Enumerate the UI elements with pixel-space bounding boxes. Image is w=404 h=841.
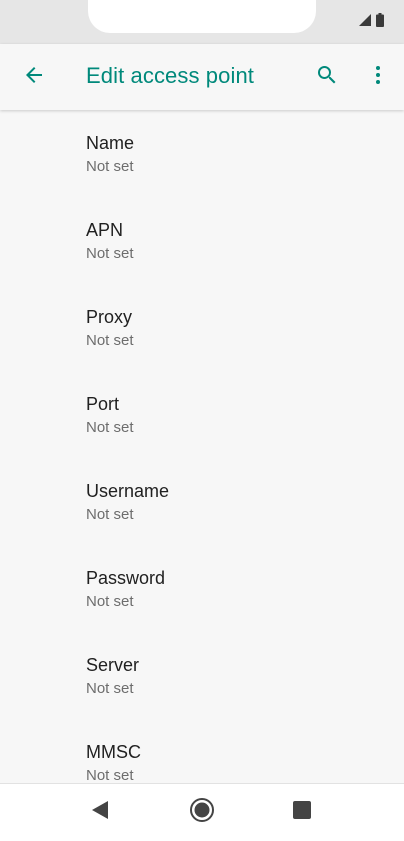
setting-summary: Not set bbox=[86, 506, 134, 523]
setting-title: Username bbox=[86, 481, 170, 501]
setting-summary: Not set bbox=[86, 158, 134, 175]
nav-home-icon bbox=[189, 797, 215, 828]
nav-back-button[interactable] bbox=[88, 800, 112, 824]
page-title: Edit access point bbox=[86, 63, 255, 88]
setting-title: Proxy bbox=[86, 307, 133, 327]
search-icon bbox=[315, 63, 339, 92]
setting-item-username[interactable]: Username Not set bbox=[0, 458, 404, 545]
setting-title: Server bbox=[86, 655, 140, 675]
setting-title: MMSC bbox=[86, 742, 141, 762]
back-arrow-icon bbox=[22, 63, 46, 92]
setting-summary: Not set bbox=[86, 680, 134, 697]
back-button[interactable] bbox=[18, 61, 50, 93]
more-vert-icon bbox=[366, 63, 390, 92]
app-bar: Edit access point bbox=[0, 44, 404, 110]
more-options-button[interactable] bbox=[362, 61, 394, 93]
nav-recents-button[interactable] bbox=[290, 800, 314, 824]
search-button[interactable] bbox=[311, 61, 343, 93]
setting-summary: Not set bbox=[86, 245, 134, 262]
setting-item-name[interactable]: Name Not set bbox=[0, 110, 404, 197]
status-icons bbox=[359, 13, 384, 27]
setting-summary: Not set bbox=[86, 593, 134, 610]
setting-title: Name bbox=[86, 133, 135, 153]
setting-summary: Not set bbox=[86, 332, 134, 349]
setting-item-port[interactable]: Port Not set bbox=[0, 371, 404, 458]
signal-icon bbox=[359, 14, 371, 26]
battery-icon bbox=[376, 13, 384, 27]
setting-item-proxy[interactable]: Proxy Not set bbox=[0, 284, 404, 371]
setting-title: Port bbox=[86, 394, 120, 414]
nav-recents-icon bbox=[293, 800, 311, 824]
apn-settings-list: Name Not set APN Not set Proxy Not set P… bbox=[0, 110, 404, 783]
display-notch bbox=[88, 0, 316, 33]
setting-summary: Not set bbox=[86, 419, 134, 436]
setting-item-server[interactable]: Server Not set bbox=[0, 632, 404, 719]
nav-back-icon bbox=[91, 800, 109, 825]
setting-item-password[interactable]: Password Not set bbox=[0, 545, 404, 632]
setting-title: Password bbox=[86, 568, 166, 588]
setting-title: APN bbox=[86, 220, 124, 240]
nav-home-button[interactable] bbox=[188, 797, 216, 828]
setting-item-mmsc[interactable]: MMSC Not set bbox=[0, 719, 404, 783]
setting-item-apn[interactable]: APN Not set bbox=[0, 197, 404, 284]
navigation-bar bbox=[0, 783, 404, 841]
setting-summary: Not set bbox=[86, 767, 134, 783]
status-bar bbox=[0, 0, 404, 44]
